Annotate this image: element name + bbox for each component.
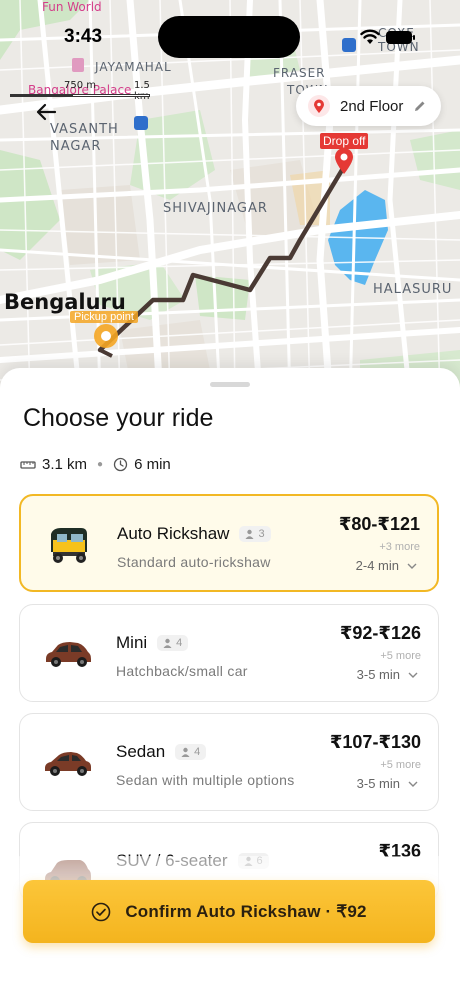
map-label-nagar: NAGAR (50, 139, 102, 154)
pencil-icon[interactable] (413, 99, 427, 113)
seat-count: 4 (194, 746, 201, 758)
seat-badge: 4 (157, 635, 189, 651)
chevron-down-icon (408, 781, 418, 787)
ride-eta-text: 3-5 min (356, 667, 400, 682)
ride-eta[interactable]: 2-4 min (356, 558, 417, 573)
sedan-car-icon (45, 752, 91, 776)
ride-name: Sedan 4 (116, 742, 207, 762)
trip-meta: 3.1 km ● 6 min (20, 456, 171, 473)
clock-icon (113, 457, 128, 472)
ride-option-sedan[interactable]: Sedan 4 Sedan with multiple options ₹107… (19, 713, 439, 811)
map-label-fraser: FRASER (273, 66, 326, 80)
map-background (0, 0, 460, 400)
map-view[interactable]: Fun World JAYAMAHAL Bangalore Palace FRA… (0, 0, 460, 400)
ride-price: ₹107-₹130 (329, 732, 421, 752)
ride-price: ₹92-₹126 (339, 623, 421, 643)
ride-eta-text: 2-4 min (355, 558, 399, 573)
hatchback-car-icon (46, 642, 91, 667)
chevron-down-icon (408, 672, 418, 678)
ride-more-options: +3 more (379, 541, 420, 553)
ride-option-mini[interactable]: Mini 4 Hatchback/small car ₹92-₹126 +5 m… (19, 604, 439, 702)
sheet-title: Choose your ride (23, 404, 214, 432)
arrow-left-icon (36, 103, 57, 121)
ruler-icon (20, 460, 36, 469)
ride-name-text: Mini (116, 633, 148, 652)
map-label-jayamahal: JAYAMAHAL (95, 60, 172, 74)
drop-off-pin-icon[interactable] (333, 147, 355, 175)
ride-name: Auto Rickshaw 3 (117, 524, 271, 544)
map-label-halasuru: HALASURU (373, 282, 453, 297)
trip-distance: 3.1 km (42, 456, 88, 473)
sheet-drag-handle[interactable] (210, 382, 250, 387)
scale-label-750m: 750 m (64, 80, 97, 91)
location-pin-icon (308, 95, 330, 117)
ride-more-options: +5 more (380, 759, 421, 771)
status-time: 3:43 (64, 26, 103, 47)
wifi-icon (360, 29, 380, 44)
map-label-shivajinagar: SHIVAJINAGAR (163, 201, 268, 216)
meta-separator: ● (97, 459, 104, 470)
seat-count: 3 (258, 528, 265, 540)
destination-floor-chip[interactable]: 2nd Floor (296, 86, 442, 126)
ride-more-options: +5 more (380, 650, 421, 662)
ride-eta[interactable]: 3-5 min (357, 776, 418, 791)
confirm-ride-button[interactable]: Confirm Auto Rickshaw · ₹92 (23, 880, 435, 943)
ride-description: Hatchback/small car (116, 663, 248, 679)
seat-badge: 4 (175, 744, 207, 760)
trip-duration: 6 min (134, 456, 171, 473)
ride-description: Sedan with multiple options (116, 772, 295, 788)
chevron-down-icon (407, 563, 417, 569)
seat-badge: 3 (239, 526, 271, 542)
ride-name-text: Auto Rickshaw (117, 524, 230, 543)
ride-eta-text: 3-5 min (356, 776, 400, 791)
ride-option-auto-rickshaw[interactable]: Auto Rickshaw 3 Standard auto-rickshaw ₹… (19, 494, 439, 592)
person-icon (163, 638, 172, 648)
ride-price: ₹80-₹121 (338, 514, 420, 534)
ride-name: Mini 4 (116, 633, 189, 653)
seat-count: 4 (176, 637, 183, 649)
person-icon (245, 529, 254, 539)
confirm-button-label: Confirm Auto Rickshaw · ₹92 (125, 901, 367, 921)
back-button[interactable] (30, 96, 62, 128)
ride-name-text: Sedan (116, 742, 166, 761)
floor-chip-label: 2nd Floor (340, 97, 404, 115)
map-label-fun-world: Fun World (42, 0, 102, 14)
battery-icon (386, 30, 415, 44)
scale-label-1-5km: 1.5 km (134, 80, 150, 102)
ride-eta[interactable]: 3-5 min (357, 667, 418, 682)
status-icons (360, 29, 415, 45)
ride-description: Standard auto-rickshaw (117, 554, 271, 570)
dynamic-island (158, 16, 300, 58)
person-icon (181, 747, 190, 757)
pickup-pin-icon[interactable] (92, 322, 120, 350)
auto-rickshaw-icon (51, 528, 87, 563)
check-circle-icon (92, 902, 111, 921)
